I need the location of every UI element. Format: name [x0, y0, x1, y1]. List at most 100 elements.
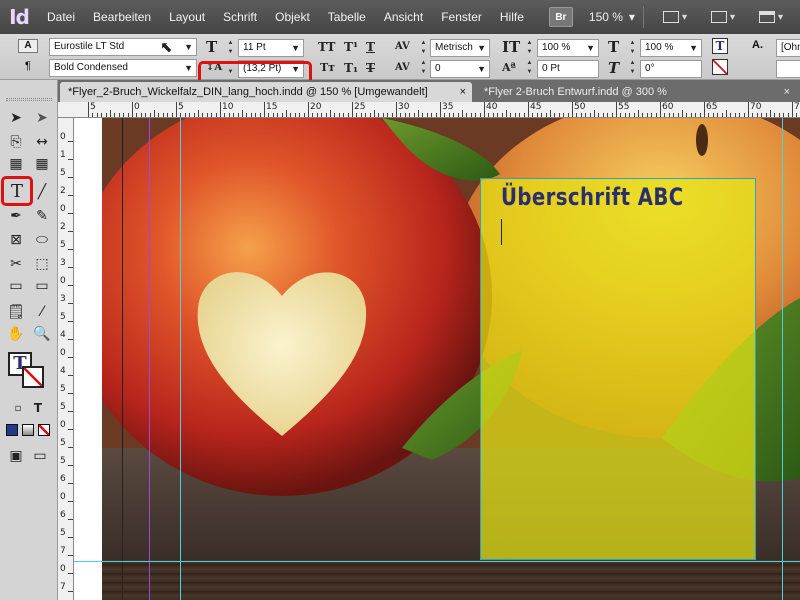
skew-stepper[interactable]: ▲ ▼ — [628, 59, 637, 77]
menu-layout[interactable]: Layout — [160, 0, 214, 34]
language-field[interactable]: [Ohne — [776, 39, 800, 57]
direct-selection-tool-icon[interactable]: ➤ — [32, 108, 52, 128]
indesign-logo: Id — [9, 5, 30, 29]
all-caps-icon[interactable]: TT — [318, 38, 335, 56]
ruler-tick — [303, 113, 305, 117]
horizontal-ruler[interactable]: 5051015202530354045505560657075 — [58, 102, 800, 118]
ruler-tick — [686, 113, 688, 117]
document-canvas[interactable]: Überschrift ABC — [74, 118, 800, 600]
apply-none-icon[interactable] — [34, 420, 54, 440]
ruler-tick — [629, 113, 631, 117]
strikethrough-icon[interactable]: T — [366, 59, 375, 77]
ellipse-tool-icon[interactable]: ⬭ — [32, 230, 52, 250]
font-size-field[interactable]: 11 Pt ▼ — [238, 39, 304, 57]
tab-flyer-entwurf[interactable]: *Flyer 2-Bruch Entwurf.indd @ 300 % × — [476, 82, 796, 102]
stroke-swatch-icon[interactable] — [22, 366, 44, 388]
tracking-stepper[interactable]: ▲ ▼ — [419, 59, 428, 77]
paragraph-formatting-icon[interactable]: ¶ — [20, 60, 36, 74]
hand-tool-icon[interactable]: ✋ — [6, 324, 26, 344]
menu-ansicht[interactable]: Ansicht — [375, 0, 432, 34]
font-size-stepper[interactable]: ▲ ▼ — [226, 39, 235, 57]
ruler-label: 6 — [60, 474, 66, 484]
vertical-scale-stepper[interactable]: ▲ ▼ — [525, 39, 534, 57]
menu-datei[interactable]: Datei — [38, 0, 84, 34]
ruler-tick — [96, 113, 98, 117]
ruler-tick — [68, 267, 73, 268]
zoom-tool-icon[interactable]: 🔍 — [32, 324, 52, 344]
tab-flyer-wickelfalz[interactable]: *Flyer_2-Bruch_Wickelfalz_DIN_lang_hoch.… — [60, 82, 472, 102]
character-formatting-icon[interactable]: A — [18, 39, 38, 53]
fill-stroke-icon[interactable]: T — [8, 352, 48, 388]
menu-schrift[interactable]: Schrift — [214, 0, 266, 34]
text-fill-icon[interactable]: T — [712, 38, 728, 54]
content-collector-icon[interactable]: ▦ — [6, 154, 26, 174]
ruler-label: 0 — [60, 276, 66, 286]
formatting-text-icon[interactable]: T — [28, 398, 48, 418]
vertical-ruler[interactable]: 015202530354045505560657075 — [58, 118, 74, 600]
headline-text[interactable]: Überschrift ABC — [501, 183, 684, 211]
baseline-shift-field[interactable]: 0 Pt — [537, 60, 599, 78]
scissors-tool-icon[interactable]: ✂ — [6, 254, 26, 274]
tracking-field[interactable]: 0 ▼ — [430, 60, 490, 78]
pen-tool-icon[interactable]: ✒ — [6, 206, 26, 226]
screen-mode-icon[interactable]: ▭ — [30, 446, 50, 466]
rectangle-frame-tool-icon[interactable]: ⊠ — [6, 230, 26, 250]
chevron-down-icon: ▾ — [681, 11, 687, 23]
bridge-button[interactable]: Br — [548, 7, 573, 27]
selection-tool-icon[interactable]: ➤ — [6, 108, 26, 128]
menu-bearbeiten[interactable]: Bearbeiten — [84, 0, 160, 34]
font-family-value: Eurostile LT Std — [54, 41, 125, 52]
ruler-tick — [497, 113, 499, 117]
ruler-tick — [708, 113, 710, 117]
menu-hilfe[interactable]: Hilfe — [491, 0, 533, 34]
ruler-tick — [616, 102, 617, 117]
kerning-stepper[interactable]: ▲ ▼ — [419, 39, 428, 57]
close-icon[interactable]: × — [784, 82, 790, 102]
text-stroke-icon[interactable] — [712, 59, 728, 75]
ruler-tick — [360, 113, 362, 117]
headline-text-frame[interactable]: Überschrift ABC — [480, 178, 756, 560]
pencil-tool-icon[interactable]: ✎ — [32, 206, 52, 226]
close-icon[interactable]: × — [460, 82, 466, 102]
horizontal-scale-field[interactable]: 100 % ▼ — [640, 39, 702, 57]
vertical-scale-field[interactable]: 100 % ▼ — [537, 39, 599, 57]
baseline-shift-stepper[interactable]: ▲ ▼ — [525, 59, 534, 77]
ruler-tick — [110, 110, 111, 117]
menu-objekt[interactable]: Objekt — [266, 0, 319, 34]
zoom-select[interactable]: 150 % ▾ — [589, 10, 635, 24]
superscript-icon[interactable]: T¹ — [344, 38, 358, 56]
menu-fenster[interactable]: Fenster — [432, 0, 491, 34]
font-family-field[interactable]: Eurostile LT Std ▼ — [49, 38, 197, 56]
document-tab-bar: *Flyer_2-Bruch_Wickelfalz_DIN_lang_hoch.… — [58, 80, 800, 102]
normal-view-mode-icon[interactable]: ▣ — [6, 446, 26, 466]
ruler-tick — [255, 113, 257, 117]
gradient-feather-tool-icon[interactable]: ▭ — [32, 276, 52, 296]
font-style-value: Bold Condensed — [54, 62, 128, 73]
menu-tabelle[interactable]: Tabelle — [319, 0, 375, 34]
content-placer-icon[interactable]: ▦ — [32, 154, 52, 174]
ruler-tick — [475, 113, 477, 117]
underline-icon[interactable]: T — [366, 38, 375, 56]
line-tool-icon[interactable]: ╱ — [32, 182, 52, 202]
free-transform-tool-icon[interactable]: ⬚ — [32, 254, 52, 274]
small-caps-icon[interactable]: Tт — [320, 59, 335, 77]
page-tool-icon[interactable]: ⎘ — [6, 132, 26, 152]
gradient-swatch-tool-icon[interactable]: ▭ — [6, 276, 26, 296]
ruler-tick — [576, 113, 578, 117]
formatting-container-icon[interactable]: ▫ — [8, 398, 28, 418]
font-style-field[interactable]: Bold Condensed ▼ — [49, 59, 197, 77]
gap-tool-icon[interactable]: ↔ — [32, 132, 52, 152]
view-options-button[interactable]: ▾ — [658, 6, 692, 28]
skew-field[interactable]: 0° — [640, 60, 702, 78]
arrange-documents-button[interactable]: ▾ — [754, 6, 788, 28]
note-tool-icon[interactable]: 🗒 — [6, 302, 26, 322]
kerning-field[interactable]: Metrisch ▼ — [430, 39, 490, 57]
ruler-tick — [554, 113, 556, 117]
panel-grip[interactable] — [6, 98, 52, 101]
horizontal-scale-stepper[interactable]: ▲ ▼ — [628, 39, 637, 57]
language-field-2[interactable] — [776, 60, 800, 78]
screen-mode-button[interactable]: ▾ — [706, 6, 740, 28]
subscript-icon[interactable]: T₁ — [344, 59, 358, 77]
ruler-label: 0 — [60, 204, 66, 214]
eyedropper-tool-icon[interactable]: ⁄ — [32, 302, 52, 322]
